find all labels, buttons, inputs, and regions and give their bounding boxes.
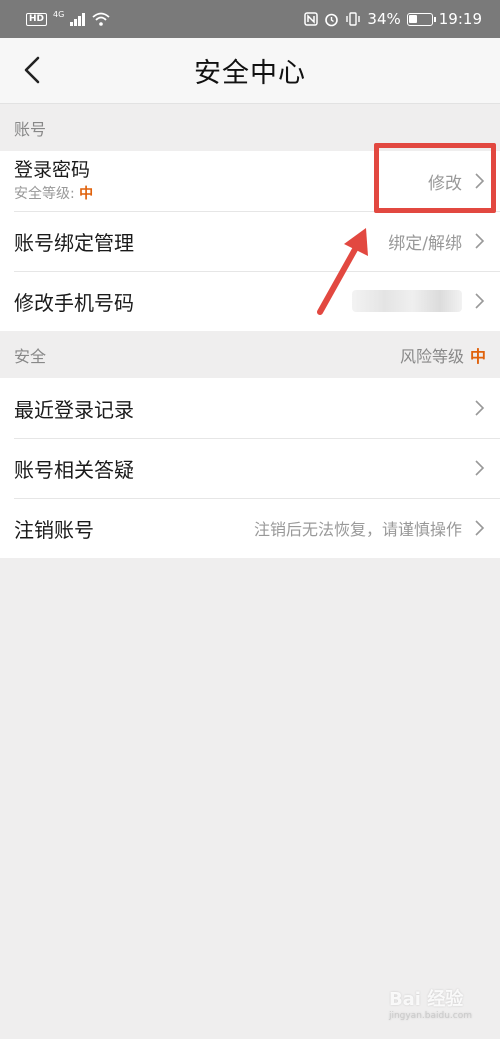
highlight-box: [374, 143, 496, 213]
risk-level-value: 中: [469, 347, 486, 366]
security-group: 最近登录记录 账号相关答疑 注销账号 注销后无法恢复，请谨慎操作: [0, 378, 500, 558]
row-title: 账号绑定管理: [14, 230, 134, 255]
signal-icon: [70, 12, 86, 26]
nfc-icon: [304, 12, 319, 26]
status-bar: HD 4G 34% 19:19: [0, 0, 500, 38]
watermark-brand: Bai 经验: [388, 989, 464, 1010]
clock: 19:19: [438, 10, 482, 28]
pointer-arrow-icon: [317, 228, 368, 315]
hd-indicator: HD: [26, 12, 48, 26]
row-cancel-account[interactable]: 注销账号 注销后无法恢复，请谨慎操作: [0, 498, 500, 558]
chevron-right-icon: [475, 460, 485, 476]
battery-percent: 34%: [367, 10, 401, 28]
row-title: 最近登录记录: [14, 397, 134, 422]
row-title: 登录密码: [14, 159, 91, 181]
nav-header: 安全中心: [0, 38, 500, 104]
vibrate-icon: [346, 12, 361, 26]
risk-level-label: 风险等级: [399, 347, 464, 366]
row-title: 账号相关答疑: [14, 457, 134, 482]
risk-level: 风险等级中: [400, 343, 486, 367]
section-header-security: 安全 风险等级中: [0, 332, 500, 378]
security-level: 安全等级: 中: [14, 183, 93, 203]
section-label: 安全: [14, 347, 47, 366]
chevron-right-icon: [475, 400, 485, 416]
network-type: 4G: [53, 9, 65, 19]
alarm-icon: [325, 13, 339, 26]
row-account-faq[interactable]: 账号相关答疑: [0, 438, 500, 498]
chevron-right-icon: [475, 233, 485, 249]
row-value: 注销后无法恢复，请谨慎操作: [253, 520, 462, 539]
security-level-value: 中: [79, 186, 94, 202]
wifi-icon: [92, 12, 110, 26]
section-label: 账号: [14, 120, 47, 139]
watermark-url: jingyan.baidu.com: [388, 1011, 472, 1021]
chevron-right-icon: [475, 293, 485, 309]
page-title: 安全中心: [194, 58, 306, 89]
row-recent-logins[interactable]: 最近登录记录: [0, 378, 500, 438]
watermark-logo: Bai 经验 jingyan.baidu.com: [389, 985, 472, 1021]
row-title: 修改手机号码: [14, 290, 134, 315]
row-title: 注销账号: [14, 517, 94, 542]
row-value: 绑定/解绑: [388, 233, 462, 254]
security-level-label: 安全等级:: [14, 186, 75, 202]
chevron-right-icon: [475, 520, 485, 536]
back-button[interactable]: [14, 52, 50, 88]
row-account-binding[interactable]: 账号绑定管理 绑定/解绑: [0, 211, 500, 271]
battery-icon: [406, 12, 436, 26]
chevron-left-icon: [24, 56, 40, 84]
row-change-phone[interactable]: 修改手机号码: [0, 271, 500, 331]
